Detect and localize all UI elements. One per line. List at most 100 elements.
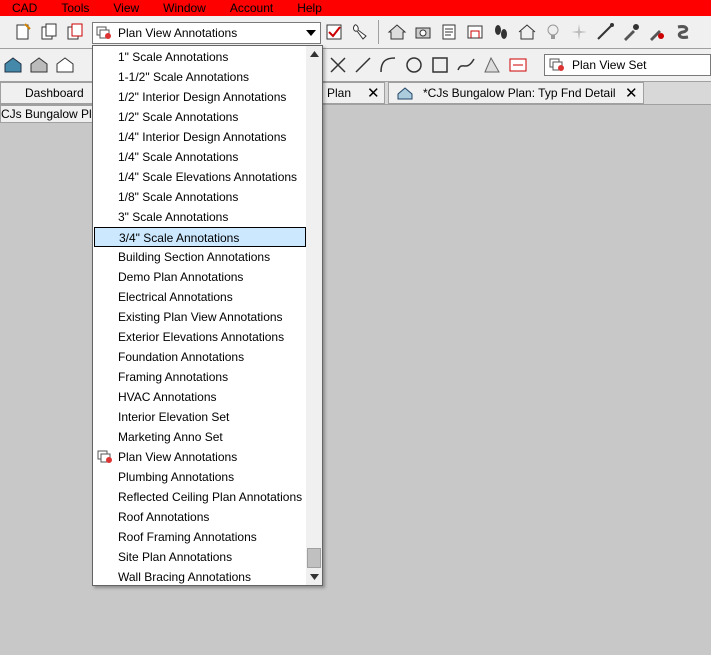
dropdown-item[interactable]: 1/8" Scale Annotations (94, 187, 306, 207)
menu-tools[interactable]: Tools (49, 0, 101, 16)
new-document-icon[interactable] (12, 21, 34, 43)
scroll-down-icon[interactable] (306, 569, 322, 585)
dropdown-item-label: Plan View Annotations (118, 450, 238, 464)
dropdown-item[interactable]: Demo Plan Annotations (94, 267, 306, 287)
dropdown-item[interactable]: Foundation Annotations (94, 347, 306, 367)
house-white-icon[interactable] (54, 54, 76, 76)
dropdown-item-label: Roof Annotations (118, 510, 210, 524)
menu-view[interactable]: View (101, 0, 151, 16)
layer-set-icon (549, 58, 564, 71)
dropdown-item[interactable]: Framing Annotations (94, 367, 306, 387)
dropdown-item-label: Foundation Annotations (118, 350, 245, 364)
dropdown-item-label: Marketing Anno Set (118, 430, 223, 444)
dropdown-item[interactable]: Marketing Anno Set (94, 427, 306, 447)
dropdown-item-label: Wall Bracing Annotations (118, 570, 251, 584)
x-line-icon[interactable] (327, 54, 349, 76)
tab-fnd-detail-label: *CJs Bungalow Plan: Typ Fnd Detail (423, 86, 616, 100)
save-all-icon[interactable] (64, 21, 86, 43)
dropdown-item-label: 1/8" Scale Annotations (118, 190, 239, 204)
dropdown-item-label: Exterior Elevations Annotations (118, 330, 285, 344)
menu-bar: CAD Tools View Window Account Help (0, 0, 711, 16)
dropdown-item[interactable]: 3" Scale Annotations (94, 207, 306, 227)
tab-dashboard[interactable]: Dashboard (0, 82, 95, 104)
dropdown-item[interactable]: Interior Elevation Set (94, 407, 306, 427)
dropdown-item[interactable]: Existing Plan View Annotations (94, 307, 306, 327)
tab-fnd-detail[interactable]: *CJs Bungalow Plan: Typ Fnd Detail ✕ (388, 82, 644, 104)
layer-set-icon (97, 450, 112, 463)
dropdown-item[interactable]: 1/4" Scale Annotations (94, 147, 306, 167)
scrollbar-thumb[interactable] (307, 548, 321, 568)
house-outline-icon[interactable] (516, 21, 538, 43)
dropdown-item[interactable]: Building Section Annotations (94, 247, 306, 267)
dropdown-item-label: 1/4" Scale Annotations (118, 150, 239, 164)
layer-set-icon (96, 26, 111, 39)
menu-window[interactable]: Window (151, 0, 218, 16)
layer-combo[interactable]: Plan View Annotations (92, 22, 321, 44)
lightbulb-icon[interactable] (542, 21, 564, 43)
dropdown-item-label: 1/4" Scale Elevations Annotations (118, 170, 298, 184)
dropdown-item[interactable]: 1" Scale Annotations (94, 47, 306, 67)
dropdown-item[interactable]: Exterior Elevations Annotations (94, 327, 306, 347)
dropdown-item[interactable]: Wall Bracing Annotations (94, 567, 306, 587)
scroll-up-icon[interactable] (306, 46, 322, 62)
close-icon[interactable]: ✕ (625, 84, 638, 102)
dropdown-item-label: Reflected Ceiling Plan Annotations (118, 490, 303, 504)
dropdown-item[interactable]: Site Plan Annotations (94, 547, 306, 567)
layer-set-combo-value: Plan View Set (572, 58, 647, 72)
dropdown-item[interactable]: HVAC Annotations (94, 387, 306, 407)
wrench-icon[interactable] (348, 21, 370, 43)
layer-set-combo[interactable]: Plan View Set (544, 54, 711, 76)
dropdown-item[interactable]: Roof Framing Annotations (94, 527, 306, 547)
footprints-icon[interactable] (490, 21, 512, 43)
dropdown-item[interactable]: Plan View Annotations (94, 447, 306, 467)
layer-dropdown-list: 1" Scale Annotations 1-1/2" Scale Annotat… (92, 45, 323, 586)
dropdown-item-label: 1/2" Interior Design Annotations (118, 90, 287, 104)
spiral-icon[interactable] (672, 21, 694, 43)
dropdown-item-label: 1" Scale Annotations (118, 50, 229, 64)
dropdown-item-label: 1/4" Interior Design Annotations (118, 130, 287, 144)
sparkle-icon[interactable] (568, 21, 590, 43)
dropdown-item-label: 1/2" Scale Annotations (118, 110, 239, 124)
circle-icon[interactable] (403, 54, 425, 76)
camera-icon[interactable] (412, 21, 434, 43)
scrollbar[interactable] (306, 46, 322, 585)
house-icon[interactable] (386, 21, 408, 43)
elevation-icon[interactable] (464, 21, 486, 43)
rectangle-icon[interactable] (429, 54, 451, 76)
dropdown-item[interactable]: Reflected Ceiling Plan Annotations (94, 487, 306, 507)
gauge-icon[interactable] (438, 21, 460, 43)
line-icon[interactable] (352, 54, 374, 76)
house-gray-icon[interactable] (28, 54, 50, 76)
dropdown-item-label: Framing Annotations (118, 370, 229, 384)
dropdown-item[interactable]: 1/2" Scale Annotations (94, 107, 306, 127)
menu-cad[interactable]: CAD (0, 0, 49, 16)
chevron-down-icon[interactable] (304, 27, 318, 39)
dropdown-item[interactable]: Roof Annotations (94, 507, 306, 527)
tab-plan[interactable]: Plan ✕ (322, 82, 385, 104)
cad-block-icon[interactable] (507, 54, 529, 76)
dropdown-item[interactable]: 1-1/2" Scale Annotations (94, 67, 306, 87)
dropdown-item-label: HVAC Annotations (118, 390, 217, 404)
checkbox-tool-icon[interactable] (323, 21, 345, 43)
hatch-icon[interactable] (481, 54, 503, 76)
dropdown-item[interactable]: Electrical Annotations (94, 287, 306, 307)
dropdown-item[interactable]: Plumbing Annotations (94, 467, 306, 487)
dropdown-item[interactable]: 1/4" Interior Design Annotations (94, 127, 306, 147)
dropdown-item[interactable]: 1/2" Interior Design Annotations (94, 87, 306, 107)
dimension-icon[interactable] (594, 21, 616, 43)
dropdown-item-label: Existing Plan View Annotations (118, 310, 283, 324)
menu-help[interactable]: Help (285, 0, 334, 16)
view-subtab-label: CJs Bungalow Pla (1, 107, 99, 121)
dropdown-item[interactable]: 3/4" Scale Annotations (94, 227, 306, 247)
dropdown-item[interactable]: 1/4" Scale Elevations Annotations (94, 167, 306, 187)
menu-account[interactable]: Account (218, 0, 285, 16)
spline-icon[interactable] (455, 54, 477, 76)
arc-icon[interactable] (377, 54, 399, 76)
dropdown-item-label: 1-1/2" Scale Annotations (118, 70, 250, 84)
close-icon[interactable]: ✕ (367, 84, 380, 102)
building-icon[interactable] (2, 54, 24, 76)
dropdown-item-label: Plumbing Annotations (118, 470, 235, 484)
material-eyedropper-icon[interactable] (646, 21, 668, 43)
copy-document-icon[interactable] (38, 21, 60, 43)
eyedropper-icon[interactable] (620, 21, 642, 43)
